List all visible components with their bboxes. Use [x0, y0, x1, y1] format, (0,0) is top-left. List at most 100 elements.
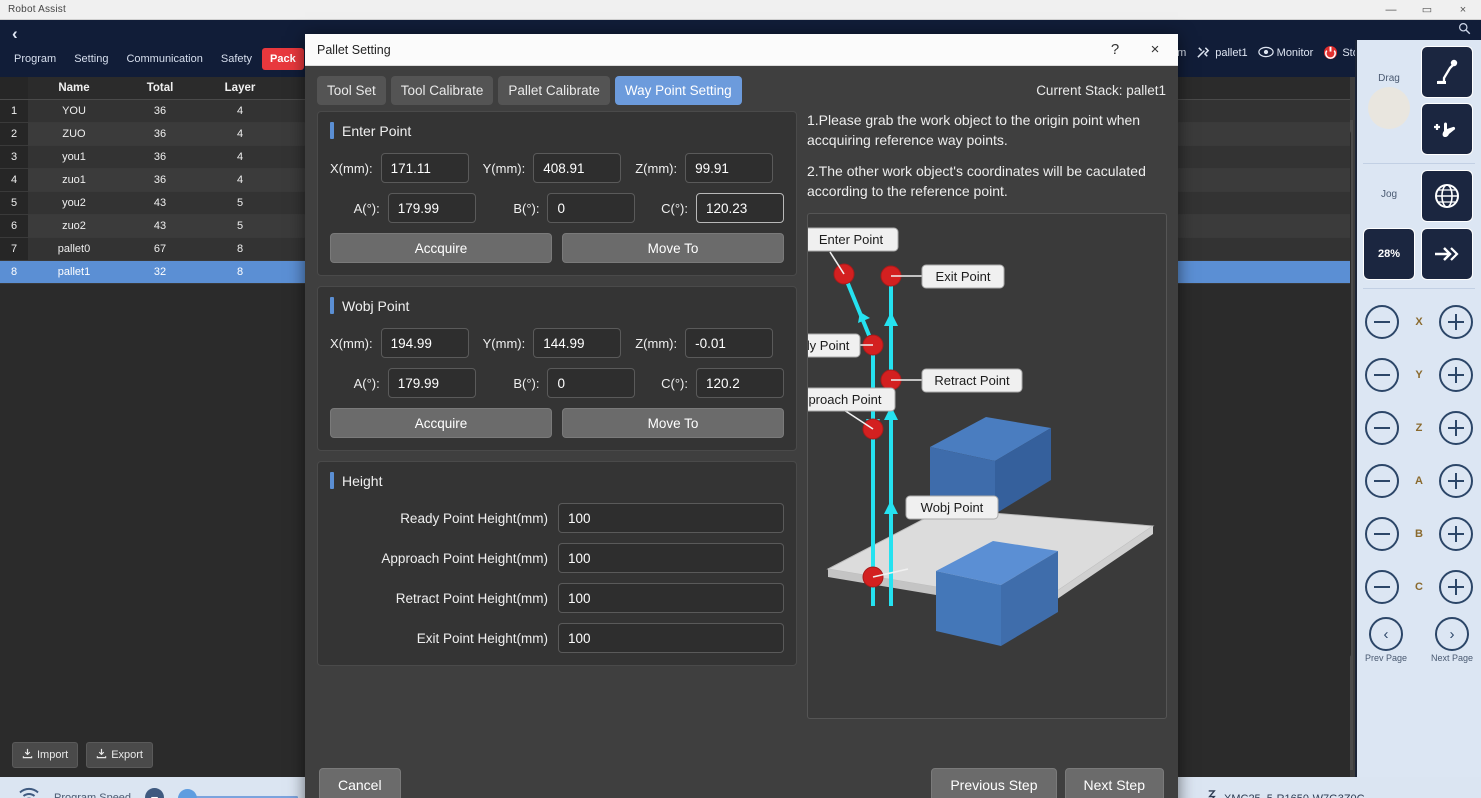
- axis-label-c: C: [1415, 580, 1423, 593]
- enter-point-c-input[interactable]: 120.23: [696, 193, 784, 223]
- retract-point-height-input[interactable]: 100: [558, 583, 784, 613]
- right-jog-sidebar: Drag Jog 28% X Y Z A B C ‹ Prev Page › N…: [1355, 40, 1481, 777]
- chevron-left-icon[interactable]: ‹: [1369, 617, 1404, 651]
- wobj-point-x-input[interactable]: 194.99: [380, 328, 469, 358]
- nav-pallet-item[interactable]: pallet1: [1196, 45, 1248, 60]
- x-minus-button[interactable]: [1365, 304, 1399, 339]
- menu-item-pack[interactable]: Pack: [262, 48, 304, 70]
- c-minus-button[interactable]: [1365, 569, 1399, 604]
- program-speed-slider[interactable]: [178, 788, 299, 798]
- enter-point-b-input[interactable]: 0: [547, 193, 636, 223]
- fast-forward-icon[interactable]: [1421, 228, 1473, 280]
- enter-point-x-input[interactable]: 171.11: [380, 153, 469, 183]
- jog-percent-button[interactable]: 28%: [1363, 228, 1415, 280]
- export-icon: [96, 748, 107, 762]
- menu-item-setting[interactable]: Setting: [66, 48, 116, 70]
- dialog-close-icon[interactable]: ×: [1136, 35, 1174, 65]
- globe-coordinate-icon[interactable]: [1421, 170, 1473, 222]
- cancel-button[interactable]: Cancel: [319, 768, 401, 798]
- wobj-point-z-input[interactable]: -0.01: [685, 328, 774, 358]
- chevron-right-icon[interactable]: ›: [1434, 617, 1469, 651]
- dialog-title-buttons: ? ×: [1096, 35, 1174, 65]
- menu-item-program[interactable]: Program: [6, 48, 64, 70]
- a-minus-button[interactable]: [1365, 463, 1399, 498]
- x-plus-button[interactable]: [1439, 304, 1473, 339]
- export-button[interactable]: Export: [86, 741, 153, 768]
- accent-bar: [330, 122, 334, 139]
- enter-point-z-input[interactable]: 99.91: [685, 153, 774, 183]
- wobj-point-b-input[interactable]: 0: [547, 368, 636, 398]
- robot-arm-icon[interactable]: [1421, 46, 1473, 98]
- nav-monitor-item[interactable]: Monitor: [1257, 45, 1313, 60]
- add-waypoint-icon[interactable]: [1421, 103, 1473, 155]
- drag-knob[interactable]: [1368, 86, 1410, 129]
- wobj-point-c-field: C(°): 120.2: [649, 368, 784, 398]
- wobj-point-c-input[interactable]: 120.2: [696, 368, 784, 398]
- enter-point-b-field: B(°): 0: [490, 193, 636, 223]
- prev-page-control[interactable]: ‹ Prev Page: [1365, 617, 1407, 663]
- row-name: you2: [28, 191, 120, 215]
- wobj-point-a-field: A(°): 179.99: [330, 368, 476, 398]
- wobj-point-x-field: X(mm): 194.99: [330, 328, 469, 358]
- import-icon: [22, 748, 33, 762]
- os-title-bar: Robot Assist — ▭ ×: [0, 0, 1481, 20]
- y-plus-button[interactable]: [1439, 357, 1473, 392]
- back-icon[interactable]: ‹: [12, 24, 18, 44]
- axis-row-c: C: [1363, 560, 1475, 613]
- enter-point-moveto-button[interactable]: Move To: [562, 233, 784, 263]
- close-icon[interactable]: ×: [1445, 0, 1481, 20]
- wobj-point-acquire-button[interactable]: Accquire: [330, 408, 552, 438]
- wobj-point-y-input[interactable]: 144.99: [533, 328, 622, 358]
- b-minus-button[interactable]: [1365, 516, 1399, 551]
- waypoint-diagram-svg: Enter Point Exit Point Ready Point: [808, 227, 1155, 647]
- tab-tool-set[interactable]: Tool Set: [317, 76, 386, 105]
- slider-knob[interactable]: [178, 788, 198, 798]
- approach-point-height-input[interactable]: 100: [558, 543, 784, 573]
- svg-text:Ready Point: Ready Point: [808, 338, 850, 353]
- wobj-point-moveto-button[interactable]: Move To: [562, 408, 784, 438]
- enter-point-acquire-button[interactable]: Accquire: [330, 233, 552, 263]
- search-icon[interactable]: [1458, 22, 1471, 38]
- drag-label: Drag: [1378, 72, 1400, 84]
- axis-row-y: Y: [1363, 348, 1475, 401]
- enter-point-y-input[interactable]: 408.91: [533, 153, 622, 183]
- ready-point-height-row: Ready Point Height(mm) 100: [330, 503, 784, 533]
- row-name: zuo2: [28, 214, 120, 238]
- axis-row-b: B: [1363, 507, 1475, 560]
- import-label: Import: [37, 748, 69, 761]
- tab-tool-calibrate[interactable]: Tool Calibrate: [390, 76, 494, 105]
- tab-way-point-setting[interactable]: Way Point Setting: [614, 76, 742, 105]
- enter-point-x-label: X(mm):: [330, 160, 373, 176]
- nav-pallet-label: pallet1: [1215, 46, 1248, 59]
- row-index: 5: [0, 191, 28, 215]
- c-plus-button[interactable]: [1438, 569, 1473, 604]
- jog-speed-group: 28%: [1363, 228, 1475, 280]
- robot-model-status: XMC25_5-R1650-W7G3Z0C: [1205, 789, 1365, 798]
- help-icon[interactable]: ?: [1096, 35, 1134, 65]
- pallet-setting-dialog: Pallet Setting ? × Tool Set Tool Calibra…: [305, 34, 1178, 798]
- enter-point-buttons: Accquire Move To: [330, 233, 784, 263]
- exit-point-height-input[interactable]: 100: [558, 623, 784, 653]
- speed-decrease-button[interactable]: −: [145, 788, 165, 798]
- minimize-icon[interactable]: —: [1373, 0, 1409, 20]
- next-page-control[interactable]: › Next Page: [1431, 617, 1473, 663]
- a-plus-button[interactable]: [1438, 463, 1473, 498]
- wobj-point-card: Wobj Point X(mm): 194.99 Y(mm): 144.99 Z…: [317, 286, 797, 451]
- exit-point-height-row: Exit Point Height(mm) 100: [330, 623, 784, 653]
- b-plus-button[interactable]: [1438, 516, 1473, 551]
- maximize-icon[interactable]: ▭: [1409, 0, 1445, 20]
- height-card: Height Ready Point Height(mm) 100 Approa…: [317, 461, 797, 666]
- wobj-point-a-input[interactable]: 179.99: [387, 368, 476, 398]
- next-step-button[interactable]: Next Step: [1064, 768, 1164, 798]
- menu-item-communication[interactable]: Communication: [118, 48, 210, 70]
- menu-item-safety[interactable]: Safety: [213, 48, 260, 70]
- ready-point-height-input[interactable]: 100: [558, 503, 784, 533]
- previous-step-button[interactable]: Previous Step: [931, 768, 1057, 798]
- enter-point-a-input[interactable]: 179.99: [387, 193, 476, 223]
- import-button[interactable]: Import: [12, 741, 79, 768]
- tab-pallet-calibrate[interactable]: Pallet Calibrate: [498, 76, 610, 105]
- y-minus-button[interactable]: [1365, 357, 1399, 392]
- z-minus-button[interactable]: [1365, 410, 1399, 445]
- z-plus-button[interactable]: [1438, 410, 1473, 445]
- os-window-title: Robot Assist: [8, 4, 66, 15]
